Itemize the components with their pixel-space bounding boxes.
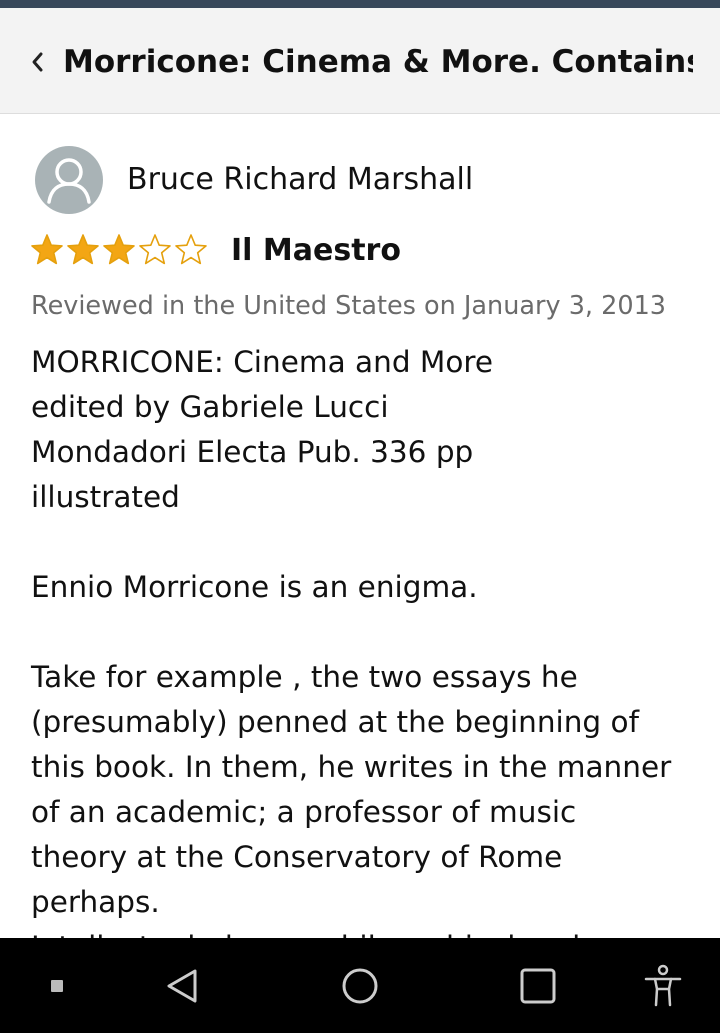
review-body-line: Take for example , the two essays he [31,660,578,694]
star-empty-icon [175,234,207,265]
review-body-line: illustrated [31,480,180,514]
square-overview-icon [520,968,556,1004]
review-body: MORRICONE: Cinema and More edited by Gabr… [31,340,711,938]
review-body-line [31,520,711,565]
page-title: Morricone: Cinema & More. Contains ... [63,44,693,80]
review-body-line: MORRICONE: Cinema and More [31,345,494,379]
star-filled-icon [103,234,135,265]
nav-home-button[interactable] [332,958,388,1014]
star-rating [30,233,208,267]
recents-dot-button[interactable] [29,958,85,1014]
nav-overview-button[interactable] [510,958,566,1014]
review-body-line: Mondadori Electa Pub. 336 pp [31,435,474,469]
header-bar: Morricone: Cinema & More. Contains ... [0,8,720,114]
square-dot-icon [51,980,63,992]
review-date: Reviewed in the United States on January… [31,291,667,321]
review-title: Il Maestro [231,233,401,268]
review-body-line: Intellectual, dense, philosophical and [31,925,711,938]
star-filled-icon [67,234,99,265]
accessibility-button[interactable] [635,958,691,1014]
nav-back-button[interactable] [154,958,210,1014]
back-button[interactable] [22,44,52,80]
reviewer-name[interactable]: Bruce Richard Marshall [127,159,473,201]
review-body-line: theory at the Conservatory of Rome [31,840,563,874]
chevron-left-icon [32,52,43,72]
android-nav-bar [0,938,720,1033]
circle-home-icon [342,968,378,1004]
triangle-back-icon [167,969,197,1003]
user-avatar-icon[interactable] [35,146,103,214]
review-content[interactable]: Bruce Richard Marshall Il Maestro Review… [0,114,720,938]
review-body-line [31,610,711,655]
status-strip [0,0,720,8]
review-body-line: (presumably) penned at the beginning of [31,705,639,739]
star-empty-icon [139,234,171,265]
review-body-line: Ennio Morricone is an enigma. [31,570,478,604]
accessibility-icon [644,964,682,1007]
review-body-line: edited by Gabriele Lucci [31,390,389,424]
review-body-line: of an academic; a professor of music [31,795,577,829]
review-body-line: perhaps. [31,885,160,919]
star-filled-icon [31,234,63,265]
review-body-line: this book. In them, he writes in the man… [31,750,672,784]
